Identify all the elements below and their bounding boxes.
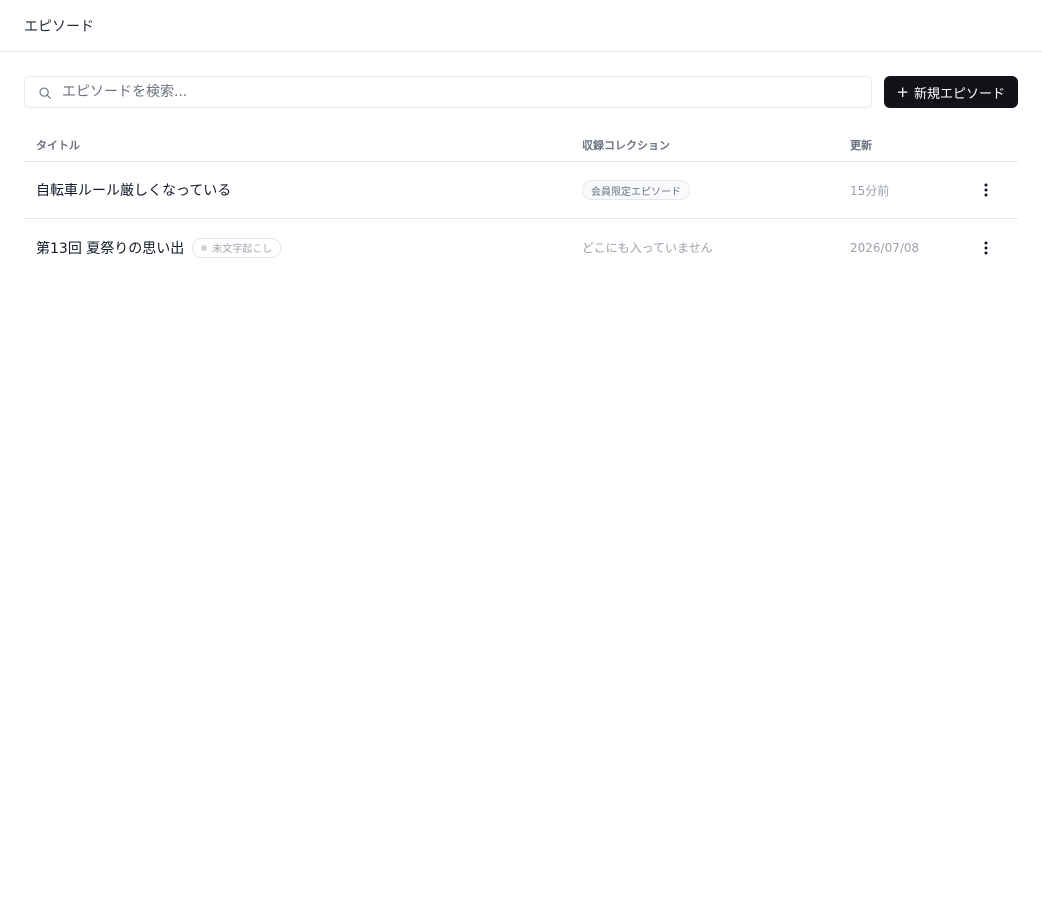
action-cell — [958, 180, 1018, 200]
collection-cell: どこにも入っていません — [570, 239, 838, 256]
table-row[interactable]: 第13回 夏祭りの思い出 未文字起こし どこにも入っていません 2026/07/… — [24, 219, 1018, 276]
row-more-button[interactable] — [976, 180, 996, 200]
more-vertical-icon — [984, 183, 988, 197]
page-header: エピソード — [0, 0, 1042, 52]
column-header-title[interactable]: タイトル — [24, 137, 570, 153]
search-icon — [39, 87, 51, 99]
column-header-collection[interactable]: 収録コレクション — [570, 137, 838, 153]
table-header-row: タイトル 収録コレクション 更新 — [24, 128, 1018, 162]
episodes-table: タイトル 収録コレクション 更新 自転車ルール厳しくなっている 会員限定エピソー… — [24, 128, 1018, 276]
status-dot-icon — [201, 244, 208, 251]
updated-cell: 2026/07/08 — [838, 241, 958, 255]
collection-badge[interactable]: 会員限定エピソード — [582, 180, 690, 200]
action-cell — [958, 238, 1018, 258]
collection-cell: 会員限定エピソード — [570, 180, 838, 200]
new-episode-button-label: 新規エピソード — [913, 86, 1005, 102]
main-content: + 新規エピソード タイトル 収録コレクション 更新 自転車ルール厳しくなってい… — [0, 52, 1042, 276]
status-badge-label: 未文字起こし — [212, 244, 273, 255]
row-more-button[interactable] — [976, 238, 996, 258]
episode-title[interactable]: 第13回 夏祭りの思い出 — [36, 238, 184, 258]
collection-none-text: どこにも入っていません — [582, 241, 713, 255]
table-row[interactable]: 自転車ルール厳しくなっている 会員限定エピソード 15分前 — [24, 162, 1018, 219]
updated-time: 15分前 — [850, 183, 890, 198]
updated-time: 2026/07/08 — [850, 240, 920, 255]
plus-icon: + — [896, 82, 909, 101]
updated-cell: 15分前 — [838, 182, 958, 199]
toolbar: + 新規エピソード — [24, 76, 1018, 108]
status-badge: 未文字起こし — [192, 237, 282, 258]
column-header-updated[interactable]: 更新 — [838, 137, 958, 153]
search-box[interactable] — [24, 76, 873, 108]
page-title: エピソード — [24, 18, 94, 35]
new-episode-button[interactable]: + 新規エピソード — [884, 76, 1018, 108]
more-vertical-icon — [984, 241, 988, 254]
title-cell: 自転車ルール厳しくなっている — [24, 180, 570, 200]
title-cell: 第13回 夏祭りの思い出 未文字起こし — [24, 237, 570, 258]
search-input[interactable] — [25, 77, 872, 107]
episode-title[interactable]: 自転車ルール厳しくなっている — [36, 180, 231, 200]
